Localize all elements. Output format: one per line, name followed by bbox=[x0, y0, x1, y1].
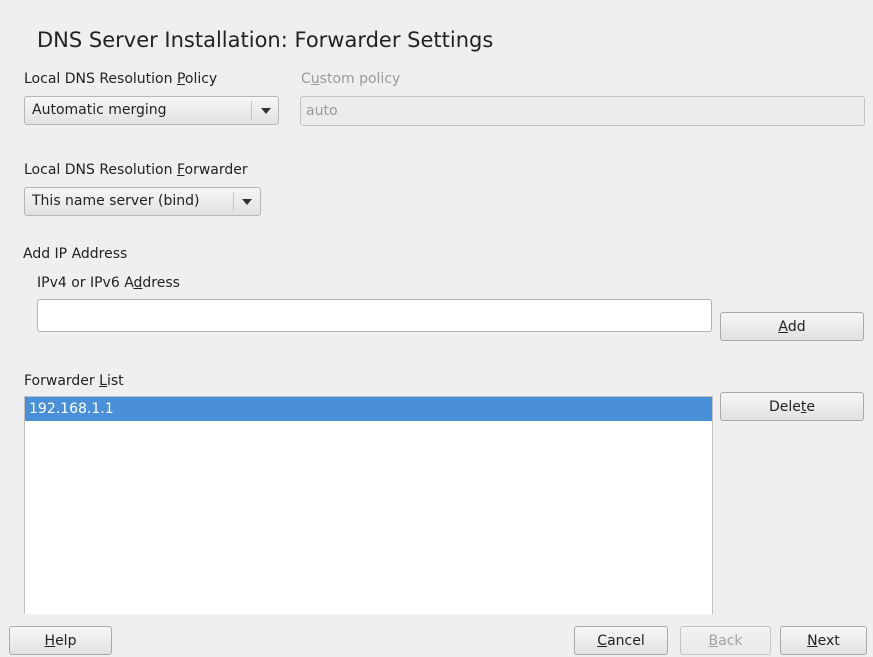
delete-button[interactable]: Dele t e bbox=[720, 392, 864, 421]
next-button-accel: N bbox=[807, 632, 818, 649]
forwarder-dropdown-value: This name server (bind) bbox=[32, 193, 200, 209]
next-button-rest: ext bbox=[817, 632, 840, 649]
forwarder-label: Local DNS Resolution Forwarder bbox=[24, 162, 248, 178]
list-item[interactable]: 192.168.1.1 bbox=[25, 397, 712, 421]
forwarder-list-label-prefix: Forwarder bbox=[24, 373, 100, 389]
forwarder-label-accel: F bbox=[176, 162, 185, 178]
delete-button-suffix: e bbox=[806, 398, 816, 415]
add-button-rest: dd bbox=[787, 318, 806, 335]
delete-button-prefix: Dele bbox=[768, 398, 801, 415]
forwarder-label-prefix: Local DNS Resolution bbox=[24, 162, 177, 178]
custom-policy-label-suffix: stom policy bbox=[319, 71, 401, 87]
policy-label-prefix: Local DNS Resolution bbox=[24, 71, 177, 87]
dropdown-separator bbox=[233, 192, 234, 211]
dropdown-separator bbox=[251, 101, 252, 120]
add-ip-heading: Add IP Address bbox=[23, 246, 128, 262]
help-button-accel: H bbox=[44, 632, 56, 649]
next-button[interactable]: Next bbox=[780, 626, 867, 655]
forwarder-list-label-suffix: ist bbox=[106, 373, 124, 389]
back-button-accel: B bbox=[708, 632, 719, 649]
help-button[interactable]: Help bbox=[9, 626, 112, 655]
forwarder-label-suffix: orwarder bbox=[184, 162, 248, 178]
back-button[interactable]: Back bbox=[680, 626, 771, 655]
forwarder-list-label-accel: L bbox=[99, 373, 107, 389]
policy-label: Local DNS Resolution Policy bbox=[24, 71, 217, 87]
ip-address-input[interactable] bbox=[37, 299, 712, 332]
custom-policy-label: Custom policy bbox=[301, 71, 400, 87]
forwarder-dropdown[interactable]: This name server (bind) bbox=[24, 187, 261, 216]
cancel-button-accel: C bbox=[597, 632, 608, 649]
policy-dropdown-value: Automatic merging bbox=[32, 102, 167, 118]
add-button[interactable]: Add bbox=[720, 312, 864, 341]
ip-address-label: IPv4 or IPv6 Address bbox=[37, 275, 180, 291]
page-title: DNS Server Installation: Forwarder Setti… bbox=[37, 28, 494, 52]
policy-label-accel: P bbox=[176, 71, 185, 87]
ip-label-prefix: IPv4 or IPv6 A bbox=[37, 275, 134, 291]
forwarder-list[interactable]: 192.168.1.1 bbox=[24, 396, 713, 614]
chevron-down-icon bbox=[242, 199, 252, 205]
ip-label-suffix: dress bbox=[142, 275, 180, 291]
cancel-button-rest: ancel bbox=[607, 632, 645, 649]
policy-dropdown[interactable]: Automatic merging bbox=[24, 96, 279, 125]
policy-label-suffix: olicy bbox=[184, 71, 218, 87]
add-button-accel: A bbox=[778, 318, 788, 335]
forwarder-list-label: Forwarder List bbox=[24, 373, 124, 389]
help-button-rest: elp bbox=[55, 632, 77, 649]
custom-policy-label-prefix: C bbox=[301, 71, 311, 87]
custom-policy-input[interactable] bbox=[300, 96, 865, 126]
chevron-down-icon bbox=[261, 108, 271, 114]
back-button-rest: ack bbox=[718, 632, 743, 649]
custom-policy-label-accel: u bbox=[310, 71, 320, 87]
cancel-button[interactable]: Cancel bbox=[574, 626, 668, 655]
